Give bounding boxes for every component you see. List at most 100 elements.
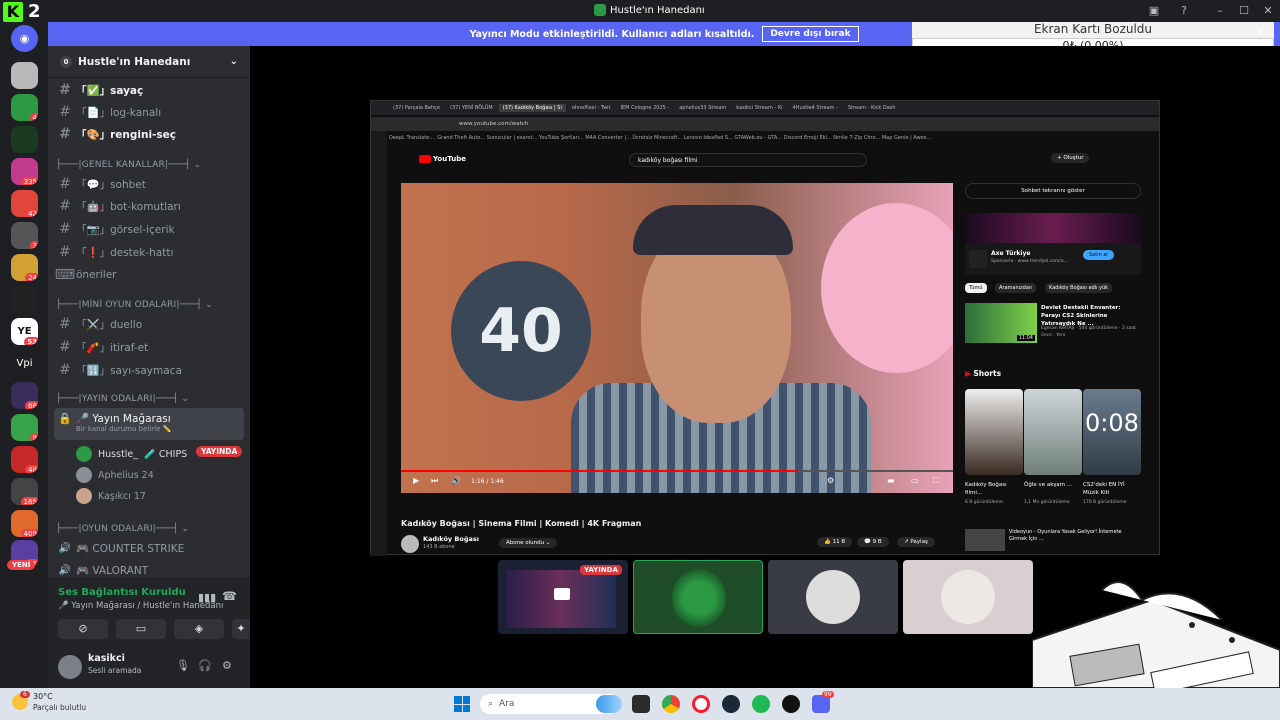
- server-icon[interactable]: 42: [11, 190, 38, 217]
- server-icon[interactable]: Vpi: [11, 350, 38, 377]
- server-icon[interactable]: [11, 62, 38, 89]
- microphone-icon[interactable]: 🎙: [176, 659, 190, 672]
- voice-channel-yayin-magarasi[interactable]: 🔒 🎤 Yayın Mağarası Bir kanal durumu beli…: [54, 408, 244, 440]
- avatar[interactable]: [58, 655, 82, 679]
- short-title[interactable]: Öğle ve akşam ...: [1024, 481, 1080, 489]
- channel-rengini-sec[interactable]: # 「🎨」rengini-seç: [54, 124, 244, 144]
- server-icon[interactable]: 165: [11, 478, 38, 505]
- channel-oneriler[interactable]: ⌨ öneriler: [54, 265, 244, 285]
- channel-gorsel-icerik[interactable]: # 「📷」görsel-içerik: [54, 219, 244, 239]
- camera-off-button[interactable]: ⊘: [58, 619, 108, 639]
- server-icon[interactable]: 24: [11, 254, 38, 281]
- browser-tab[interactable]: (37) YENİ BÖLÜM: [446, 104, 497, 112]
- browser-tab[interactable]: 4Hustle4 Stream -: [789, 104, 842, 112]
- short-title[interactable]: Kadıköy Boğası filmi...: [965, 481, 1021, 497]
- channel-log[interactable]: # 「📄」log-kanalı: [54, 102, 244, 122]
- subscribed-button[interactable]: Abone olundu ⌄: [499, 538, 558, 548]
- settings-gear-icon[interactable]: ⚙: [222, 659, 232, 672]
- bookmarks-bar[interactable]: DeepL Translate:... Grand Theft Auto... …: [389, 133, 1159, 143]
- youtube-search-input[interactable]: kadıköy boğası filmi: [629, 153, 867, 167]
- browser-tab[interactable]: Stream - Kick Dash: [844, 104, 900, 112]
- server-icon[interactable]: 9: [11, 414, 38, 441]
- browser-tab[interactable]: aphelius33 Stream: [675, 104, 730, 112]
- notice-close-icon[interactable]: ✕: [1256, 26, 1265, 39]
- server-icon[interactable]: [11, 286, 38, 313]
- channel-status[interactable]: Bir kanal durumu belirle ✏️: [76, 425, 171, 433]
- server-icon[interactable]: 335: [11, 158, 38, 185]
- category-stream[interactable]: ├───|YAYIN ODALARI|───┤ ⌄: [56, 394, 189, 404]
- file-explorer-icon[interactable]: [632, 695, 650, 713]
- channel-name[interactable]: Kadıköy Boğası: [423, 535, 479, 543]
- channel-itiraf-et[interactable]: # 「🧨」itiraf-et: [54, 337, 244, 357]
- streamed-browser-window[interactable]: (37) Parçala Behçe (37) YENİ BÖLÜM (37) …: [370, 100, 1160, 556]
- kick-logo-icon[interactable]: K: [3, 2, 23, 22]
- weather-temperature[interactable]: 30°C: [33, 692, 53, 701]
- share-button[interactable]: ↗ Paylaş: [897, 537, 935, 547]
- progress-bar[interactable]: [401, 470, 953, 472]
- recommended-thumbnail[interactable]: [965, 529, 1005, 551]
- channel-duello[interactable]: # 「⚔️」duello: [54, 314, 244, 334]
- server-icon[interactable]: 48: [11, 446, 38, 473]
- category-mini-games[interactable]: ├───|MİNİ OYUN ODALARI|───┤ ⌄: [56, 300, 213, 310]
- server-icon[interactable]: YE 53: [11, 318, 38, 345]
- server-icon[interactable]: 409: [11, 510, 38, 537]
- filter-chip[interactable]: Aramanızdan: [995, 283, 1037, 293]
- maximize-button[interactable]: ☐: [1236, 3, 1252, 19]
- activity-button[interactable]: ◈: [174, 619, 224, 639]
- address-bar[interactable]: www.youtube.com/watch: [371, 117, 1159, 131]
- recommended-title[interactable]: Videoyun - Oyunlara Yasak Geliyor! İnter…: [1009, 529, 1141, 543]
- steam-icon[interactable]: [722, 695, 740, 713]
- noise-suppression-icon[interactable]: ▮▮▮: [198, 591, 216, 604]
- channel-sohbet[interactable]: # 「💬」sohbet: [54, 174, 244, 194]
- create-button[interactable]: + Oluştur: [1051, 153, 1090, 163]
- user-name[interactable]: kasikci: [88, 653, 125, 664]
- start-button[interactable]: [454, 696, 470, 712]
- channel-sayac[interactable]: # 「✅」sayaç: [54, 80, 244, 100]
- play-icon[interactable]: ▶: [413, 476, 419, 485]
- widget-icon[interactable]: [596, 695, 622, 713]
- ad-card[interactable]: Axe Türkiye Sponsorlu · www.trendyol.com…: [965, 213, 1141, 275]
- spotify-icon[interactable]: [752, 695, 770, 713]
- participant-tile[interactable]: [768, 560, 898, 634]
- channel-bot-komutlari[interactable]: # 「🤖」bot-komutları: [54, 196, 244, 216]
- video-player[interactable]: 40 ▶ ⏭ 🔊 1:16 / 1:46 ⛶ ▭ ▬ ⚙: [401, 183, 953, 493]
- app-icon[interactable]: [782, 695, 800, 713]
- dislike-button[interactable]: 💬 9 B: [857, 537, 889, 547]
- channel-sayi-saymaca[interactable]: # 「🔢」sayı-saymaca: [54, 360, 244, 380]
- browser-tab[interactable]: (37) Kadıköy Boğası | Si: [498, 104, 566, 112]
- voice-user-husstle[interactable]: Husstle_ 🧪 CHIPS: [76, 446, 187, 462]
- voice-user-aphelius[interactable]: Aphelius 24: [76, 467, 154, 483]
- headphones-icon[interactable]: 🎧: [198, 659, 212, 672]
- short-title[interactable]: CS2'deki EN İYİ Müzik Kiti: [1083, 481, 1139, 497]
- disable-streamer-mode-button[interactable]: Devre dışı bırak: [762, 26, 859, 42]
- filter-chip[interactable]: Kadıköy Boğası adlı yük: [1045, 283, 1113, 293]
- buy-button[interactable]: Satın al: [1083, 250, 1114, 260]
- settings-gear-icon[interactable]: ⚙: [827, 476, 834, 485]
- server-icon[interactable]: [11, 126, 38, 153]
- help-icon[interactable]: ?: [1176, 3, 1192, 19]
- participant-tile[interactable]: [633, 560, 763, 634]
- voice-channel-valorant[interactable]: 🔊 🎮 VALORANT: [54, 560, 244, 580]
- browser-tab[interactable]: IEM Cologne 2025 -: [617, 104, 674, 112]
- browser-tab[interactable]: (37) Parçala Behçe: [389, 104, 444, 112]
- screen-share-button[interactable]: ▭: [116, 619, 166, 639]
- disconnect-icon[interactable]: ☎: [222, 589, 237, 603]
- new-messages-badge[interactable]: YENİ: [7, 560, 36, 570]
- voice-status[interactable]: Ses Bağlantısı Kuruldu: [58, 587, 186, 598]
- server-icon[interactable]: 66: [11, 382, 38, 409]
- theater-icon[interactable]: ▬: [887, 476, 895, 485]
- category-general[interactable]: ├───|GENEL KANALLAR|───┤ ⌄: [56, 160, 201, 170]
- voice-channel-cs[interactable]: 🔊 🎮 COUNTER STRIKE: [54, 538, 244, 558]
- server-icon[interactable]: 4: [11, 94, 38, 121]
- participant-tile[interactable]: [903, 560, 1033, 634]
- server-header[interactable]: 0 Hustle'ın Hanedanı ⌄: [48, 46, 250, 78]
- voice-user-kasikci[interactable]: Kaşıkcı 17: [76, 488, 146, 504]
- server-icon[interactable]: 3: [11, 222, 38, 249]
- category-games[interactable]: ├───|OYUN ODALARI|───┤ ⌄: [56, 524, 189, 534]
- youtube-logo[interactable]: YouTube: [419, 155, 466, 163]
- short-thumbnail[interactable]: [965, 389, 1023, 475]
- weather-description[interactable]: Parçalı bulutlu: [33, 703, 86, 712]
- browser-tab[interactable]: ohnePixel - Twit: [568, 104, 615, 112]
- volume-icon[interactable]: 🔊: [451, 476, 461, 485]
- filter-chip[interactable]: Tümü: [965, 283, 987, 293]
